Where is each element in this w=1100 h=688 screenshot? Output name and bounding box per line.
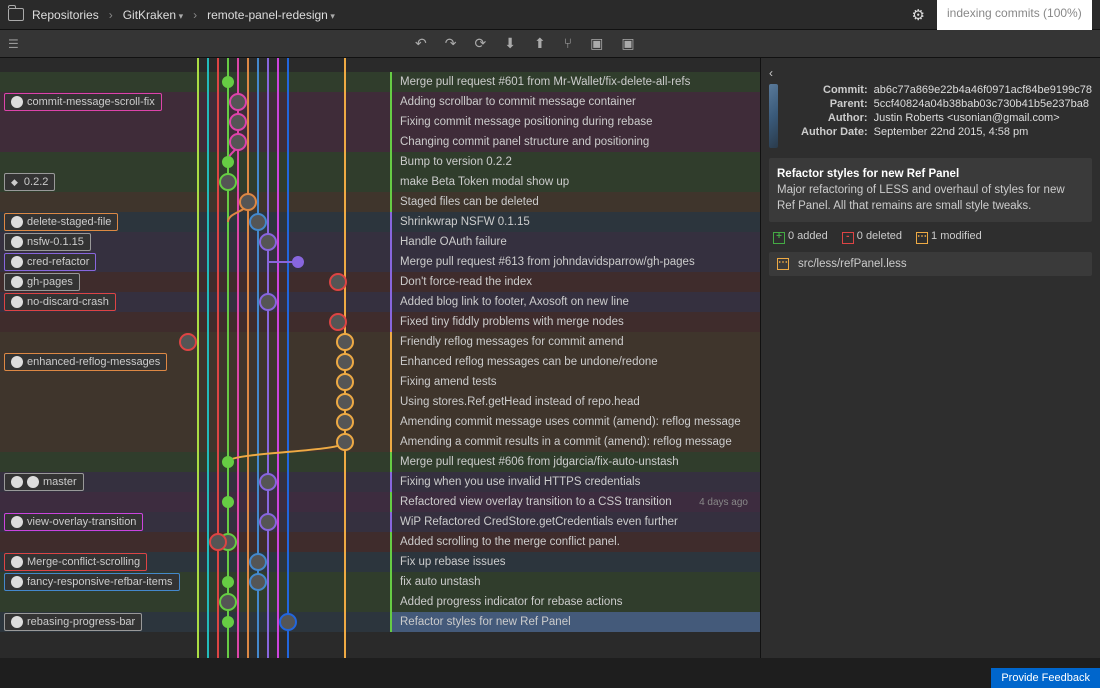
detail-panel: ‹ Commit: ab6c77a869e22b4a46f0971acf84be9…	[760, 58, 1100, 658]
modified-icon: ⋯	[916, 232, 928, 244]
gear-icon[interactable]: ⚙	[912, 6, 925, 24]
commit-title: Refactor styles for new Ref Panel	[777, 168, 959, 180]
toolbar: ☰ ↶ ↷ ⟳ ⬇ ⬆ ⑂ ▣ ▣	[0, 30, 1100, 58]
github-icon	[11, 616, 23, 628]
commit-hash: ab6c77a869e22b4a46f0971acf84be9199c78	[874, 84, 1092, 96]
commit-row[interactable]: Added scrolling to the merge conflict pa…	[390, 532, 760, 552]
pop-button[interactable]: ▣	[621, 35, 634, 52]
list-icon[interactable]: ☰	[8, 37, 19, 51]
breadcrumb-repo[interactable]: GitKraken	[123, 8, 183, 22]
commit-graph: commit-message-scroll-fix 0.2.2 delete-sta…	[0, 58, 760, 658]
github-icon	[11, 556, 23, 568]
github-icon	[11, 96, 23, 108]
deleted-icon: -	[842, 232, 854, 244]
branch-button[interactable]: ⑂	[564, 35, 572, 52]
modified-icon: ⋯	[777, 258, 789, 270]
commit-row[interactable]: Amending commit message uses commit (ame…	[390, 412, 760, 432]
commit-row[interactable]: Fixed tiny fiddly problems with merge no…	[390, 312, 760, 332]
github-icon	[11, 276, 23, 288]
commit-row[interactable]: Added progress indicator for rebase acti…	[390, 592, 760, 612]
branch-label[interactable]: delete-staged-file	[4, 213, 118, 231]
tag-label[interactable]: 0.2.2	[4, 173, 55, 191]
github-icon	[11, 356, 23, 368]
commit-row[interactable]: make Beta Token modal show up	[390, 172, 760, 192]
commit-row[interactable]: Merge pull request #613 from johndavidsp…	[390, 252, 760, 272]
github-icon	[11, 256, 23, 268]
parent-label: Parent:	[786, 98, 868, 110]
github-icon	[11, 576, 23, 588]
github-icon	[11, 296, 23, 308]
branch-label[interactable]: cred-refactor	[4, 253, 96, 271]
commit-row[interactable]: fix auto unstash	[390, 572, 760, 592]
commit-row[interactable]: Refactored view overlay transition to a …	[390, 492, 760, 512]
parent-hash: 5ccf40824a04b38bab03c730b41b5e237ba8	[874, 98, 1092, 110]
author-value: Justin Roberts <usonian@gmail.com>	[874, 112, 1092, 124]
commit-row[interactable]: Merge pull request #606 from jdgarcia/fi…	[390, 452, 760, 472]
branch-label[interactable]: rebasing-progress-bar	[4, 613, 142, 631]
redo-button[interactable]: ↷	[445, 35, 457, 52]
commit-row[interactable]: Fixing amend tests	[390, 372, 760, 392]
author-date-value: September 22nd 2015, 4:58 pm	[874, 126, 1092, 138]
commit-row[interactable]: Fixing commit message positioning during…	[390, 112, 760, 132]
push-button[interactable]: ⬆	[534, 35, 546, 52]
commit-row[interactable]: Merge pull request #601 from Mr-Wallet/f…	[390, 72, 760, 92]
commit-message: Refactor styles for new Ref Panel Major …	[769, 158, 1092, 222]
pull-button[interactable]: ⬇	[504, 35, 516, 52]
commit-row[interactable]: Adding scrollbar to commit message conta…	[390, 92, 760, 112]
github-icon	[11, 236, 23, 248]
top-bar: Repositories › GitKraken › remote-panel-…	[0, 0, 1100, 30]
branch-label[interactable]: gh-pages	[4, 273, 80, 291]
branch-label[interactable]: enhanced-reflog-messages	[4, 353, 167, 371]
commit-row[interactable]: Bump to version 0.2.2	[390, 152, 760, 172]
github-icon	[11, 216, 23, 228]
back-button[interactable]: ‹	[769, 66, 1092, 80]
commit-row[interactable]: WiP Refactored CredStore.getCredentials …	[390, 512, 760, 532]
chevron-right-icon: ›	[193, 8, 197, 22]
branch-label[interactable]: Merge-conflict-scrolling	[4, 553, 147, 571]
file-stats: +0 added -0 deleted ⋯1 modified	[769, 230, 1092, 244]
commit-row[interactable]: Amending a commit results in a commit (a…	[390, 432, 760, 452]
breadcrumb-branch[interactable]: remote-panel-redesign	[207, 8, 335, 22]
author-label: Author:	[786, 112, 868, 124]
folder-icon	[8, 8, 24, 21]
github-icon	[11, 476, 23, 488]
commit-row[interactable]: Using stores.Ref.getHead instead of repo…	[390, 392, 760, 412]
branch-label[interactable]: master	[4, 473, 84, 491]
feedback-button[interactable]: Provide Feedback	[991, 668, 1100, 688]
branch-label[interactable]: nsfw-0.1.15	[4, 233, 91, 251]
indexing-status: indexing commits (100%)	[937, 0, 1092, 30]
commit-body: Major refactoring of LESS and overhaul o…	[777, 184, 1065, 212]
branch-label[interactable]: view-overlay-transition	[4, 513, 143, 531]
commit-row[interactable]: Handle OAuth failure	[390, 232, 760, 252]
github-icon	[27, 476, 39, 488]
commit-row[interactable]: Refactor styles for new Ref Panel	[390, 612, 760, 632]
branch-label[interactable]: commit-message-scroll-fix	[4, 93, 162, 111]
commit-row[interactable]: Added blog link to footer, Axosoft on ne…	[390, 292, 760, 312]
author-avatar	[769, 84, 778, 148]
breadcrumb-root[interactable]: Repositories	[32, 8, 99, 22]
undo-button[interactable]: ↶	[415, 35, 427, 52]
commit-row[interactable]: Don't force-read the index	[390, 272, 760, 292]
commit-row[interactable]: Staged files can be deleted	[390, 192, 760, 212]
refresh-button[interactable]: ⟳	[474, 35, 486, 52]
commit-row[interactable]: Enhanced reflog messages can be undone/r…	[390, 352, 760, 372]
commit-row[interactable]: Fix up rebase issues	[390, 552, 760, 572]
commit-label: Commit:	[786, 84, 868, 96]
changed-file[interactable]: ⋯ src/less/refPanel.less	[769, 252, 1092, 276]
added-icon: +	[773, 232, 785, 244]
stash-button[interactable]: ▣	[590, 35, 603, 52]
commit-row[interactable]: Changing commit panel structure and posi…	[390, 132, 760, 152]
branch-label[interactable]: no-discard-crash	[4, 293, 116, 311]
commit-row[interactable]: Fixing when you use invalid HTTPS creden…	[390, 472, 760, 492]
github-icon	[11, 516, 23, 528]
author-date-label: Author Date:	[786, 126, 868, 138]
commit-row[interactable]: Shrinkwrap NSFW 0.1.15	[390, 212, 760, 232]
commit-row[interactable]: Friendly reflog messages for commit amen…	[390, 332, 760, 352]
chevron-right-icon: ›	[109, 8, 113, 22]
